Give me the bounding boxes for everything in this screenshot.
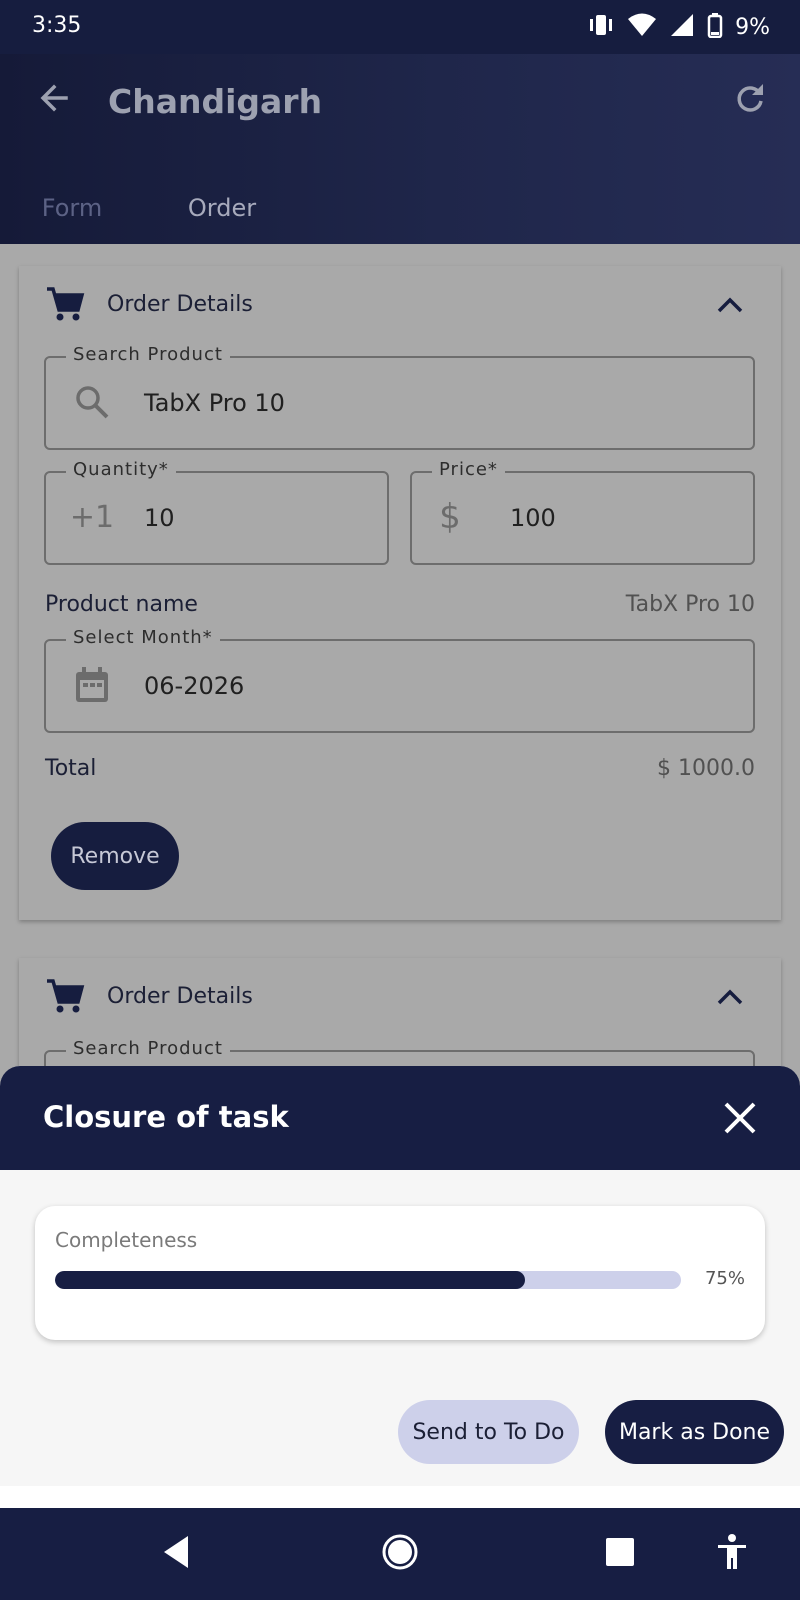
order-card-header[interactable]: Order Details (19, 266, 781, 342)
quantity-value: 10 (144, 504, 175, 532)
chevron-up-icon[interactable] (713, 980, 747, 1014)
product-name-value: TabX Pro 10 (625, 592, 755, 617)
search-product-field[interactable]: Search Product TabX Pro 10 (44, 344, 755, 450)
select-month-value: 06-2026 (144, 672, 245, 700)
order-card: Order Details Search Product TabX Pro 10… (19, 266, 781, 920)
cart-icon (45, 284, 85, 324)
app-header: Chandigarh Form Order (0, 54, 800, 362)
order-card-header[interactable]: Order Details (19, 958, 781, 1034)
back-button[interactable] (34, 80, 74, 120)
send-to-todo-button[interactable]: Send to To Do (398, 1400, 579, 1464)
order-card-title: Order Details (107, 292, 253, 317)
price-value: 100 (510, 504, 556, 532)
accessibility-icon (715, 1533, 749, 1575)
product-name-label: Product name (45, 592, 198, 617)
total-label: Total (45, 756, 97, 781)
sheet-title: Closure of task (43, 1100, 289, 1134)
search-product-value: TabX Pro 10 (144, 389, 285, 417)
completeness-percent: 75% (704, 1268, 745, 1289)
price-label: Price* (432, 459, 505, 480)
square-recents-icon (604, 1536, 636, 1572)
closure-bottom-sheet: Closure of task Completeness 75% Send to… (0, 1066, 800, 1486)
signal-icon (669, 12, 695, 42)
close-icon[interactable] (722, 1100, 758, 1136)
sheet-bottom-strip (0, 1486, 800, 1508)
select-month-field[interactable]: Select Month* 06-2026 (44, 627, 755, 733)
refresh-icon (732, 80, 768, 120)
battery-percent: 9% (735, 14, 770, 40)
cart-icon (45, 976, 85, 1016)
nav-recents-button[interactable] (596, 1530, 644, 1578)
triangle-back-icon (160, 1534, 192, 1574)
completeness-card: Completeness 75% (35, 1206, 765, 1340)
nav-back-button[interactable] (152, 1530, 200, 1578)
remove-button[interactable]: Remove (51, 822, 179, 890)
arrow-left-icon (36, 80, 72, 120)
search-icon (72, 382, 112, 422)
select-month-label: Select Month* (66, 627, 220, 648)
status-icons: 9% (587, 12, 770, 42)
circle-home-icon (381, 1533, 419, 1575)
quantity-field[interactable]: Quantity* +1 10 (44, 459, 389, 565)
search-product-label: Search Product (66, 1038, 230, 1059)
completeness-progress-fill (55, 1271, 525, 1289)
search-product-label: Search Product (66, 344, 230, 365)
status-bar: 3:35 9% (0, 0, 800, 54)
refresh-button[interactable] (730, 80, 770, 120)
tab-order[interactable]: Order (177, 172, 267, 244)
total-value: $ 1000.0 (657, 756, 755, 781)
tab-form[interactable]: Form (24, 172, 120, 244)
wifi-icon (627, 12, 657, 42)
sheet-header: Closure of task (0, 1066, 800, 1170)
nav-home-button[interactable] (376, 1530, 424, 1578)
vibrate-icon (587, 12, 615, 42)
order-card-title: Order Details (107, 984, 253, 1009)
completeness-label: Completeness (55, 1228, 198, 1252)
battery-icon (707, 12, 723, 42)
plus-one-icon: +1 (69, 499, 115, 535)
mark-as-done-button[interactable]: Mark as Done (605, 1400, 784, 1464)
calendar-icon (72, 665, 112, 705)
completeness-progress-bar (55, 1271, 681, 1289)
accessibility-button[interactable] (708, 1530, 756, 1578)
status-time: 3:35 (32, 13, 82, 38)
page-title: Chandigarh (108, 82, 323, 121)
navigation-bar (0, 1508, 800, 1600)
chevron-up-icon[interactable] (713, 288, 747, 322)
quantity-label: Quantity* (66, 459, 176, 480)
price-field[interactable]: Price* $ 100 (410, 459, 755, 565)
dollar-icon: $ (439, 497, 461, 537)
tab-bar: Form Order (0, 172, 800, 362)
